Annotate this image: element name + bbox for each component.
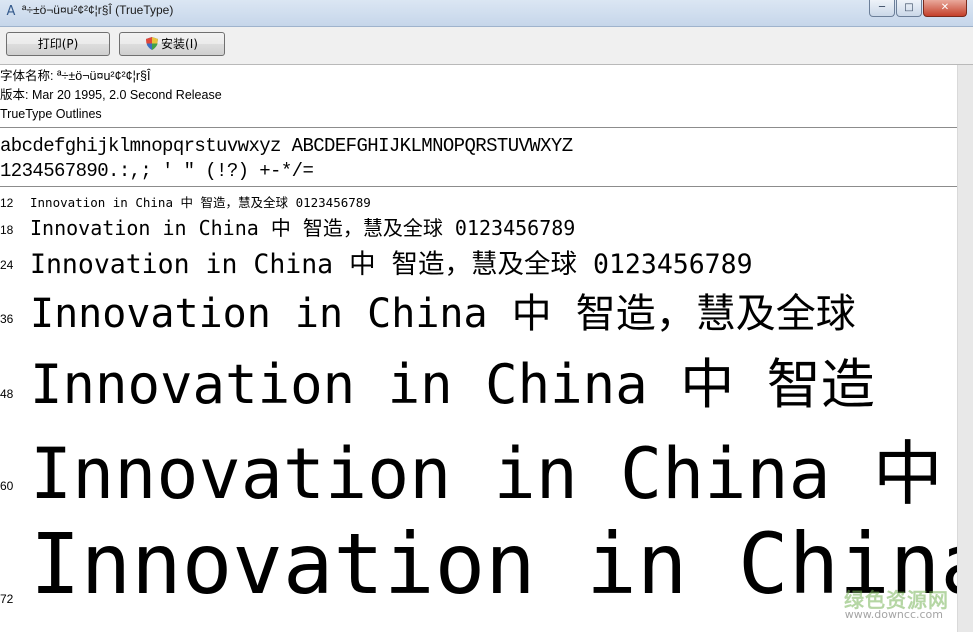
- minimize-button[interactable]: ─: [869, 0, 895, 17]
- print-button[interactable]: 打印(P): [6, 32, 110, 56]
- sample-text: Innovation in China 中 智造，慧及全球 0123456789: [30, 195, 371, 210]
- maximize-button[interactable]: □: [896, 0, 922, 17]
- size-label: 60: [0, 479, 14, 493]
- charset-line-letters: abcdefghijklmnopqrstuvwxyz ABCDEFGHIJKLM…: [0, 135, 573, 157]
- size-label: 48: [0, 387, 14, 401]
- divider: [0, 186, 958, 187]
- size-label: 24: [0, 258, 14, 272]
- font-name-line: 字体名称: ª÷±ö¬ü¤u²¢²¢¦r§Î: [0, 69, 151, 83]
- uac-shield-icon: [146, 37, 159, 50]
- title-bar: A ª÷±ö¬ü¤u²¢²¢¦r§Î (TrueType) ─ □ ✕: [0, 0, 973, 27]
- window-title: ª÷±ö¬ü¤u²¢²¢¦r§Î (TrueType): [22, 3, 174, 17]
- font-preview-pane: 字体名称: ª÷±ö¬ü¤u²¢²¢¦r§Î 版本: Mar 20 1995, …: [0, 65, 958, 632]
- divider: [0, 127, 958, 128]
- font-viewer-icon: A: [6, 4, 16, 19]
- size-label: 18: [0, 223, 14, 237]
- sample-text: Innovation in China 中 智造，慧及全球 0123456789: [30, 216, 576, 240]
- font-type-line: TrueType Outlines: [0, 107, 102, 121]
- charset-line-symbols: 1234567890.:,; ' " (!?) +-*/=: [0, 160, 314, 182]
- size-label: 36: [0, 312, 14, 326]
- font-info: 字体名称: ª÷±ö¬ü¤u²¢²¢¦r§Î 版本: Mar 20 1995, …: [0, 67, 222, 124]
- window-controls: ─ □ ✕: [868, 0, 967, 17]
- vertical-scrollbar[interactable]: [957, 65, 973, 632]
- size-label: 12: [0, 196, 14, 210]
- sample-text: Innovation in China 中 智造: [30, 353, 875, 416]
- install-button[interactable]: 安装(I): [119, 32, 225, 56]
- sample-text: Innovation in China 中 智造，慧及全球: [30, 291, 856, 337]
- sample-text: Innovation in China 中: [30, 433, 943, 515]
- toolbar: 打印(P) 安装(I): [0, 27, 973, 65]
- close-button[interactable]: ✕: [923, 0, 967, 17]
- font-version-line: 版本: Mar 20 1995, 2.0 Second Release: [0, 88, 222, 102]
- sample-text: Innovation in China: [30, 515, 958, 613]
- install-label: 安装(I): [161, 37, 198, 51]
- size-label: 72: [0, 592, 14, 606]
- sample-text: Innovation in China 中 智造，慧及全球 0123456789: [30, 249, 753, 280]
